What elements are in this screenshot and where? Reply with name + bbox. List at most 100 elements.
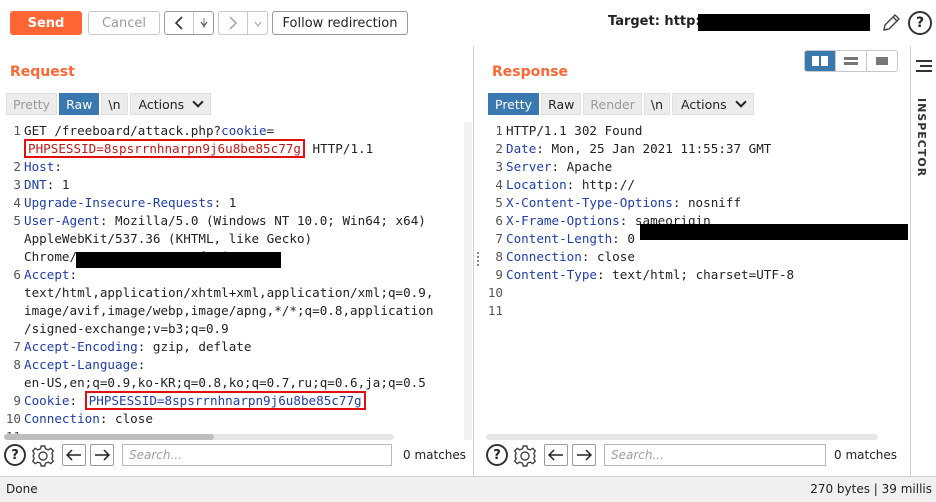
- line-text: PHPSESSID=8spsrrnhnarpn9j6u8be85c77g HTT…: [24, 139, 373, 158]
- line-text: Accept-Encoding: gzip, deflate: [24, 338, 251, 356]
- editor-line: 11: [482, 302, 910, 320]
- tab-raw[interactable]: Raw: [59, 93, 100, 115]
- horizontal-scrollbar[interactable]: [486, 434, 878, 440]
- header-name: Server: [506, 159, 552, 174]
- editor-line: PHPSESSID=8spsrrnhnarpn9j6u8be85c77g HTT…: [0, 139, 472, 158]
- header-value: AppleWebKit/537.36 (KHTML, like Gecko): [24, 231, 313, 246]
- line-text: Date: Mon, 25 Jan 2021 11:55:37 GMT: [506, 140, 771, 158]
- header-value: : 1: [46, 177, 70, 192]
- header-value: :: [69, 393, 85, 408]
- back-arrow-icon[interactable]: [165, 12, 193, 34]
- drag-handle-icon[interactable]: [477, 252, 479, 266]
- actions-dropdown[interactable]: Actions: [129, 93, 212, 115]
- header-value: =: [266, 123, 275, 138]
- search-previous-button[interactable]: [62, 444, 86, 466]
- chevron-down-icon[interactable]: [193, 12, 213, 34]
- tab-newline-toggle[interactable]: \n: [101, 93, 128, 115]
- editor-line: 2 Host:: [0, 158, 472, 176]
- chevron-down-icon[interactable]: [247, 12, 267, 34]
- tab-pretty[interactable]: Pretty: [6, 93, 58, 115]
- request-editor[interactable]: 1 GET /freeboard/attack.php?cookie= PHPSES…: [0, 122, 472, 440]
- editor-line: 6 Accept:: [0, 266, 472, 284]
- toolbar: Send Cancel Follow redirection Target: h…: [0, 0, 936, 46]
- line-text: Content-Type: text/html; charset=UTF-8: [506, 266, 794, 284]
- header-value: : Apache: [551, 159, 613, 174]
- line-number: [0, 320, 24, 338]
- search-previous-button[interactable]: [544, 444, 568, 466]
- line-text: Cookie: PHPSESSID=8spsrrnhnarpn9j6u8be85…: [24, 391, 366, 410]
- search-input[interactable]: [604, 444, 826, 466]
- editor-line: 4 Upgrade-Insecure-Requests: 1: [0, 194, 472, 212]
- tab-newline-toggle[interactable]: \n: [643, 93, 671, 115]
- layout-side-by-side-icon[interactable]: [805, 51, 836, 71]
- history-back-control[interactable]: [164, 11, 214, 35]
- follow-redirection-button[interactable]: Follow redirection: [272, 11, 408, 35]
- header-name: Cookie: [24, 393, 70, 408]
- header-value: : text/html; charset=UTF-8: [597, 267, 795, 282]
- chevron-down-icon: [192, 96, 204, 108]
- scrollbar-thumb[interactable]: [486, 434, 878, 440]
- line-number: 2: [13, 159, 21, 174]
- response-search-bar: ? 0 matches: [482, 434, 910, 472]
- editor-line: AppleWebKit/537.36 (KHTML, like Gecko): [0, 230, 472, 248]
- response-editor[interactable]: 1 HTTP/1.1 302 Found 2 Date: Mon, 25 Jan 20…: [482, 122, 910, 440]
- layout-stacked-icon[interactable]: [836, 51, 867, 71]
- forward-arrow-icon[interactable]: [219, 12, 247, 34]
- search-next-button[interactable]: [90, 444, 114, 466]
- tab-raw[interactable]: Raw: [541, 93, 582, 115]
- header-name: DNT: [24, 177, 47, 192]
- editor-line: text/html,application/xhtml+xml,applicat…: [0, 284, 472, 302]
- line-number: 8: [495, 249, 503, 264]
- inspector-sidebar: INSPECTOR: [910, 46, 936, 476]
- cancel-button[interactable]: Cancel: [88, 11, 160, 35]
- line-text: GET /freeboard/attack.php?cookie=: [24, 122, 274, 140]
- header-value: image/avif,image/webp,image/apng,*/*;q=0…: [24, 303, 434, 318]
- horizontal-scrollbar[interactable]: [4, 434, 394, 440]
- line-number: 9: [495, 267, 503, 282]
- header-name: Accept-Encoding: [24, 339, 138, 354]
- search-matches-count: 0 matches: [403, 448, 467, 462]
- line-number: 4: [495, 177, 503, 192]
- menu-icon[interactable]: [916, 60, 932, 72]
- line-number: [0, 230, 24, 248]
- search-input[interactable]: [122, 444, 392, 466]
- line-text: DNT: 1: [24, 176, 70, 194]
- line-number: 1: [13, 123, 21, 138]
- vertical-scrollbar[interactable]: [464, 122, 472, 440]
- header-value: : http://: [566, 177, 635, 192]
- line-text: /signed-exchange;v=b3;q=0.9: [24, 320, 229, 338]
- tab-pretty[interactable]: Pretty: [488, 93, 540, 115]
- header-value: :: [137, 357, 146, 372]
- help-icon[interactable]: ?: [486, 444, 508, 466]
- scrollbar-thumb[interactable]: [4, 434, 214, 440]
- line-text: Accept:: [24, 266, 77, 284]
- redacted-location: [640, 224, 908, 240]
- line-number: [0, 284, 24, 302]
- redacted-host: [76, 252, 281, 268]
- inspector-label[interactable]: INSPECTOR: [915, 98, 928, 177]
- header-value: text/html,application/xhtml+xml,applicat…: [24, 285, 434, 300]
- editor-line: 5 User-Agent: Mozilla/5.0 (Windows NT 10.…: [0, 212, 472, 230]
- history-forward-control[interactable]: [218, 11, 268, 35]
- layout-tabs-icon[interactable]: [867, 51, 897, 71]
- help-icon[interactable]: ?: [908, 11, 932, 35]
- actions-dropdown[interactable]: Actions: [672, 93, 754, 115]
- gear-icon[interactable]: [512, 443, 538, 469]
- gear-icon[interactable]: [30, 443, 56, 469]
- highlighted-cookie-value: PHPSESSID=8spsrrnhnarpn9j6u8be85c77g: [84, 391, 366, 410]
- panel-splitter[interactable]: [474, 46, 482, 476]
- help-icon[interactable]: ?: [4, 444, 26, 466]
- highlighted-session-id: PHPSESSID=8spsrrnhnarpn9j6u8be85c77g: [24, 139, 305, 158]
- tab-render[interactable]: Render: [583, 93, 642, 115]
- line-number: 3: [13, 177, 21, 192]
- pencil-icon[interactable]: [880, 12, 902, 34]
- line-number: 2: [495, 141, 503, 156]
- line-number: 3: [495, 159, 503, 174]
- search-next-button[interactable]: [572, 444, 596, 466]
- editor-line: 10 Connection: close: [0, 410, 472, 428]
- send-button[interactable]: Send: [10, 11, 82, 35]
- header-value: : 1: [213, 195, 237, 210]
- request-panel: Request Pretty Raw \n Actions 1 GET /free…: [0, 46, 474, 476]
- header-name: Host: [24, 159, 55, 174]
- request-search-bar: ? 0 matches: [0, 434, 473, 472]
